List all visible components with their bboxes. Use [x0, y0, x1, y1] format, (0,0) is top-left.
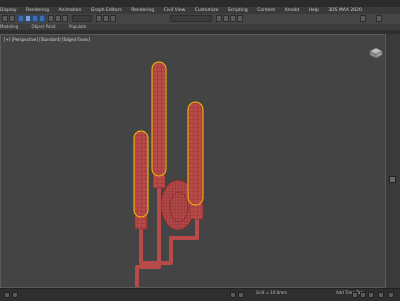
- menu-item-graph-editors[interactable]: Graph Editors: [91, 7, 122, 14]
- search-icon[interactable]: [376, 15, 382, 22]
- mirror-icon[interactable]: [96, 15, 102, 22]
- add-time-tag[interactable]: Add Time Tag: [336, 290, 363, 295]
- title-bar: [0, 0, 400, 7]
- lock-icon[interactable]: [12, 292, 18, 298]
- workspace-icon[interactable]: [360, 15, 366, 22]
- selection-lock-icon[interactable]: [238, 292, 244, 298]
- scene-model[interactable]: [1, 35, 386, 288]
- bulb-center[interactable]: [151, 61, 167, 177]
- menu-item-rendering[interactable]: Rendering: [26, 7, 49, 14]
- next-frame-icon[interactable]: [360, 292, 366, 298]
- menu-item-customize[interactable]: Customize: [195, 7, 219, 14]
- render-icon[interactable]: [237, 15, 243, 22]
- workspace-label[interactable]: 3DS MAX 2020: [328, 7, 362, 14]
- move-icon[interactable]: [25, 15, 31, 22]
- render-setup-icon[interactable]: [230, 15, 236, 22]
- menu-item-content[interactable]: Content: [257, 7, 275, 14]
- angle-snap-icon[interactable]: [55, 15, 61, 22]
- align-icon[interactable]: [103, 15, 109, 22]
- key-mode-icon[interactable]: [368, 292, 374, 298]
- selection-filter-dropdown[interactable]: [72, 15, 92, 22]
- menu-item-rendering-2[interactable]: Rendering: [131, 7, 154, 14]
- orbit-icon[interactable]: [388, 292, 394, 298]
- schematic-view-icon[interactable]: [216, 15, 222, 22]
- menu-bar: Display Rendering Animation Graph Editor…: [0, 7, 400, 14]
- menu-item-arnold[interactable]: Arnold: [285, 7, 300, 14]
- bulb-right[interactable]: [187, 101, 204, 206]
- menu-item-civil-view[interactable]: Civil View: [164, 7, 186, 14]
- menu-item-help[interactable]: Help: [309, 7, 319, 14]
- named-selection-input[interactable]: [170, 15, 212, 22]
- zoom-icon[interactable]: [378, 292, 384, 298]
- bulb-left[interactable]: [133, 130, 149, 218]
- material-editor-icon[interactable]: [223, 15, 229, 22]
- maximize-icon[interactable]: [389, 176, 396, 183]
- viewport-nav-strip: [386, 34, 400, 288]
- redo-icon[interactable]: [9, 15, 15, 22]
- status-bar: Grid = 10.0mm Add Time Tag: [0, 288, 400, 301]
- snap-icon[interactable]: [48, 15, 54, 22]
- grid-readout: Grid = 10.0mm: [256, 290, 287, 295]
- isolate-icon[interactable]: [230, 292, 236, 298]
- layer-icon[interactable]: [110, 15, 116, 22]
- select-icon[interactable]: [18, 15, 24, 22]
- percent-snap-icon[interactable]: [62, 15, 68, 22]
- menu-item-animation[interactable]: Animation: [58, 7, 81, 14]
- perspective-viewport[interactable]: [+] [Perspective] [Standard] [Edged Face…: [0, 34, 386, 288]
- menu-item-scripting[interactable]: Scripting: [228, 7, 248, 14]
- menu-item-display[interactable]: Display: [0, 7, 17, 14]
- scale-icon[interactable]: [39, 15, 45, 22]
- play-icon[interactable]: [352, 292, 358, 298]
- maxscript-icon[interactable]: [4, 292, 10, 298]
- rotate-icon[interactable]: [32, 15, 38, 22]
- undo-icon[interactable]: [2, 15, 8, 22]
